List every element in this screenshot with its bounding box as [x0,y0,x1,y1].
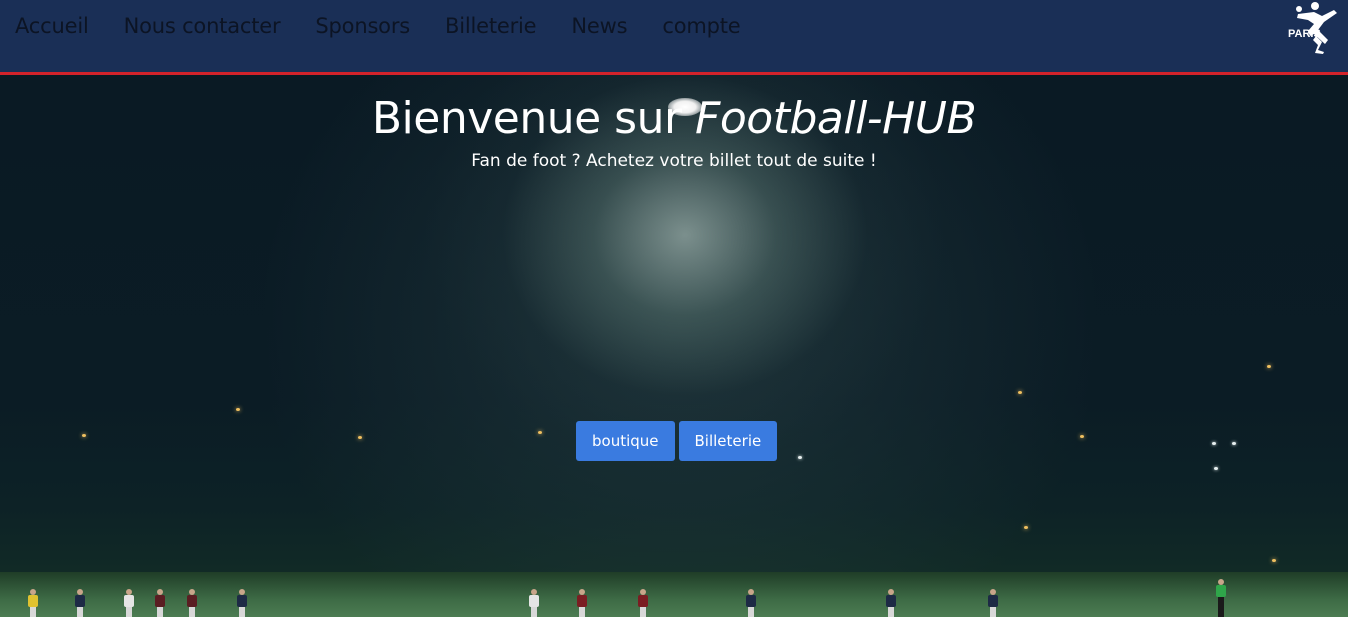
hero-subtitle: Fan de foot ? Achetez votre billet tout … [471,151,877,171]
player-figure [155,589,165,617]
player-figure [988,589,998,617]
player-figure [28,589,38,617]
player-figure [746,589,756,617]
distant-light [1232,442,1236,445]
nav-link-compte[interactable]: compte [662,14,740,38]
distant-light [1024,526,1028,529]
shop-button[interactable]: boutique [576,421,675,461]
top-navbar: Accueil Nous contacter Sponsors Billeter… [0,0,1348,75]
nav-links: Accueil Nous contacter Sponsors Billeter… [15,14,741,38]
distant-light [236,408,240,411]
distant-light [1267,365,1271,368]
football-pitch [0,572,1348,617]
hero-title: Bienvenue sur Football-HUB [0,93,1348,144]
distant-light [538,431,542,434]
distant-light [1212,442,1216,445]
hero-title-prefix: Bienvenue sur [371,93,696,144]
player-figure [237,589,247,617]
nav-link-accueil[interactable]: Accueil [15,14,89,38]
nav-link-nous-contacter[interactable]: Nous contacter [124,14,281,38]
player-figure [75,589,85,617]
hero-button-group: boutique Billeterie [576,421,778,461]
logo-text: PARIS [1288,28,1321,40]
player-figure [124,589,134,617]
player-figure [187,589,197,617]
hero-title-brand: Football-HUB [695,93,977,144]
nav-link-billeterie[interactable]: Billeterie [445,14,537,38]
player-figure [577,589,587,617]
distant-light [1018,391,1022,394]
hero-section: Bienvenue sur Football-HUB Fan de foot ?… [0,75,1348,617]
site-logo[interactable]: PARIS [1288,0,1348,58]
player-figure [1216,579,1226,617]
distant-light [1080,435,1084,438]
nav-link-sponsors[interactable]: Sponsors [315,14,410,38]
player-figure [529,589,539,617]
player-figure [638,589,648,617]
player-figure [886,589,896,617]
distant-light [1214,467,1218,470]
tickets-button[interactable]: Billeterie [678,421,778,461]
distant-light [798,456,802,459]
distant-light [358,436,362,439]
distant-light [82,434,86,437]
distant-light [1272,559,1276,562]
nav-link-news[interactable]: News [571,14,627,38]
